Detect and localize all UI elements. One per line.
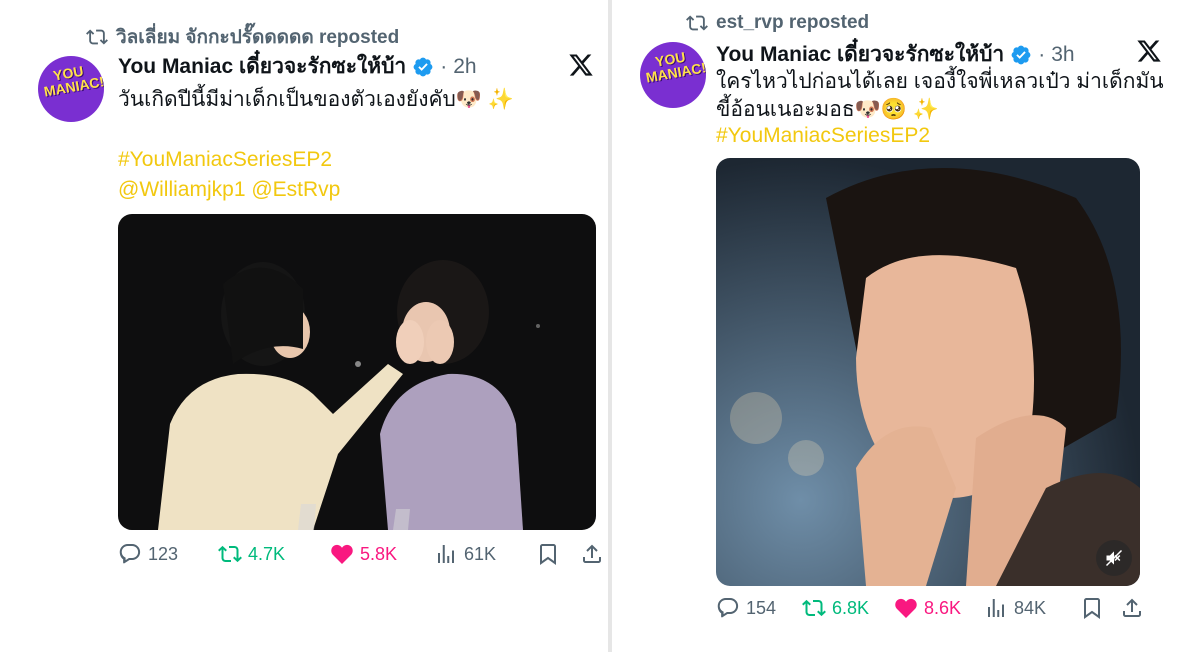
repost-count: 4.7K [248,543,286,564]
action-bar: 123 4.7K 5.8K 61K [118,542,604,566]
repost-count: 6.8K [832,597,870,618]
video-frame-closeup [716,158,1140,586]
post-image[interactable] [118,214,596,530]
share-button[interactable] [1120,596,1144,620]
post-card-right[interactable]: est_rvp reposted YOU MANIAC! You Maniac เ… [612,0,1200,652]
avatar-logo: YOU MANIAC! [644,48,706,86]
retweet-icon [686,15,708,31]
post-text-line-1: ใครไหวไปก่อนได้เลย เจองี้ใจพี่เหลวเป๋ว ม… [716,70,1164,93]
repost-indicator: วิลเลี่ยม จักกะปรั๊ดดดดด reposted [86,22,399,52]
repost-text[interactable]: วิลเลี่ยม จักกะปรั๊ดดดดด reposted [116,22,399,52]
post-header: You Maniac เดี๋ยวจะรักซะให้บ้า · 2h [118,50,477,83]
share-button[interactable] [580,542,604,566]
post-video[interactable] [716,158,1140,586]
reply-button[interactable]: 123 [118,542,218,566]
post-time[interactable]: 3h [1051,43,1074,67]
like-icon [331,544,353,564]
avatar[interactable]: YOU MANIAC! [640,42,706,108]
author-name[interactable]: You Maniac เดี๋ยวจะรักซะให้บ้า [118,50,406,83]
bookmark-button[interactable] [536,542,580,566]
views-count: 61K [464,543,497,564]
x-logo-icon [1137,40,1161,62]
like-count: 8.6K [924,597,962,618]
mute-toggle-button[interactable] [1096,540,1132,576]
hashtag-link[interactable]: #YouManiacSeriesEP2 [716,120,930,151]
separator-dot: · [1038,42,1046,66]
like-button[interactable]: 8.6K [894,596,984,620]
share-icon [583,544,601,563]
bookmark-icon [1084,598,1100,619]
bookmark-icon [540,544,556,565]
reply-count: 123 [148,543,179,564]
reply-count: 154 [746,597,777,618]
share-icon [1123,598,1141,617]
x-logo-icon [569,54,593,76]
reply-icon [119,544,141,564]
post-card-left[interactable]: วิลเลี่ยม จักกะปรั๊ดดดดด reposted YOU MAN… [0,0,608,652]
avatar-logo: YOU MANIAC! [42,62,104,100]
repost-button[interactable]: 4.7K [218,542,330,566]
hashtag-link[interactable]: #YouManiacSeriesEP2 [118,144,332,175]
repost-text[interactable]: est_rvp reposted [716,12,869,34]
action-bar: 154 6.8K 8.6K 84K [716,596,1144,620]
bookmark-button[interactable] [1080,596,1120,620]
mention-links[interactable]: @Williamjkp1 @EstRvp [118,174,340,205]
avatar[interactable]: YOU MANIAC! [38,56,104,122]
retweet-icon [218,545,242,563]
reply-button[interactable]: 154 [716,596,802,620]
views-icon [988,599,1004,617]
photo-two-people [118,214,596,530]
like-count: 5.8K [360,543,398,564]
repost-button[interactable]: 6.8K [802,596,894,620]
like-button[interactable]: 5.8K [330,542,434,566]
post-text: วันเกิดปีนี้มีม่าเด็กเป็นของตัวเองยังคับ… [118,88,514,111]
views-icon [438,545,454,563]
retweet-icon [86,29,108,45]
retweet-icon [802,599,826,617]
verified-badge-icon [413,57,433,76]
like-icon [895,598,917,618]
post-time[interactable]: 2h [453,55,476,79]
separator-dot: · [440,54,448,78]
verified-badge-icon [1011,45,1031,64]
repost-indicator: est_rvp reposted [686,12,869,34]
views-button[interactable]: 61K [434,542,536,566]
views-button[interactable]: 84K [984,596,1080,620]
views-count: 84K [1014,597,1047,618]
muted-speaker-icon [1105,549,1123,567]
reply-icon [717,598,739,618]
